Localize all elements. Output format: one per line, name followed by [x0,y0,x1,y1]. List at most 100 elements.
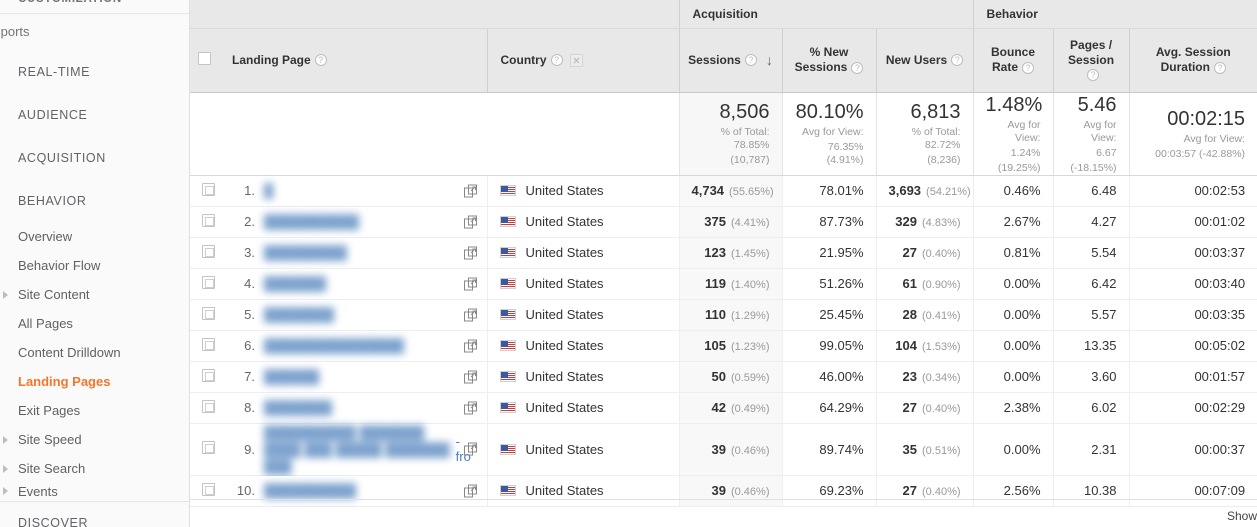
column-header-pages-session[interactable]: Pages / Session? [1053,28,1129,92]
sidebar-item-site-content[interactable]: Site Content [0,280,189,309]
row-checkbox[interactable] [202,400,215,413]
cell-country[interactable]: United States [487,206,679,237]
row-checkbox[interactable] [202,245,215,258]
table-row[interactable]: 6.████████████████United States105(1.23%… [190,330,1257,361]
table-row[interactable]: 3.█████████United States123(1.45%)21.95%… [190,237,1257,268]
help-icon[interactable]: ? [551,54,563,66]
open-in-new-window-icon[interactable] [464,184,477,197]
table-row[interactable]: 1.█United States4,734(55.65%)78.01%3,693… [190,175,1257,206]
new-users-value: 35 [903,442,917,457]
landing-page-link-redacted[interactable]: ████████ [264,306,334,323]
cell-landing-page[interactable]: 4.███████ [219,268,487,299]
cell-landing-page[interactable]: 5.████████ [219,299,487,330]
help-icon[interactable]: ? [951,54,963,66]
column-header-new-sessions-pct[interactable]: % New Sessions? [782,28,876,92]
cell-landing-page[interactable]: 9.██████████ ███████ ████ ███ █████ ████… [219,423,487,475]
table-row[interactable]: 10.██████████United States39(0.46%)69.23… [190,475,1257,506]
cell-avg-session-duration: 00:03:35 [1129,299,1257,330]
sort-descending-icon[interactable]: ↓ [766,53,773,67]
landing-page-link-redacted[interactable]: ██████ [264,368,321,385]
sidebar-item-behavior-flow[interactable]: Behavior Flow [0,251,189,280]
table-row[interactable]: 7.██████United States50(0.59%)46.00%23(0… [190,361,1257,392]
row-checkbox[interactable] [202,307,215,320]
help-icon[interactable]: ? [745,54,757,66]
cell-country[interactable]: United States [487,237,679,268]
help-icon[interactable]: ? [315,54,327,66]
select-all-checkbox[interactable] [198,52,211,65]
open-in-new-window-icon[interactable] [464,370,477,383]
cell-landing-page[interactable]: 3.█████████ [219,237,487,268]
cell-landing-page[interactable]: 2.███████████ [219,206,487,237]
cell-landing-page[interactable]: 8.████████ [219,392,487,423]
landing-page-link-redacted[interactable]: ██████████ [264,482,356,499]
sidebar-item-content-drilldown[interactable]: Content Drilldown [0,338,189,367]
open-in-new-window-icon[interactable] [464,277,477,290]
group-header-acquisition: Acquisition [679,0,973,28]
cell-landing-page[interactable]: 7.██████ [219,361,487,392]
table-row[interactable]: 8.████████United States42(0.49%)64.29%27… [190,392,1257,423]
column-header-country[interactable]: Country? [487,28,679,92]
landing-page-link-redacted[interactable]: ████████████████ [264,337,404,354]
sidebar-item-behavior[interactable]: BEHAVIOR [0,179,189,222]
landing-page-link-redacted[interactable]: █████████ [264,244,347,261]
column-header-bounce-rate[interactable]: Bounce Rate? [973,28,1053,92]
cell-country[interactable]: United States [487,268,679,299]
open-in-new-window-icon[interactable] [464,484,477,497]
sidebar-item-customization[interactable]: CUSTOMIZATION [0,0,189,14]
cell-country[interactable]: United States [487,423,679,475]
row-checkbox[interactable] [202,183,215,196]
landing-page-link-redacted[interactable]: █ [264,182,274,199]
cell-country[interactable]: United States [487,361,679,392]
landing-page-link-redacted[interactable]: ███████ [264,275,326,292]
remove-secondary-dimension-icon[interactable] [570,54,583,67]
help-icon[interactable]: ? [1214,62,1226,74]
sidebar-item-discover[interactable]: DISCOVER [0,502,189,527]
open-in-new-window-icon[interactable] [464,215,477,228]
open-in-new-window-icon[interactable] [464,443,477,456]
table-row[interactable]: 2.███████████United States375(4.41%)87.7… [190,206,1257,237]
landing-page-link-redacted[interactable]: ███████████ [264,213,359,230]
column-header-avg-session-duration[interactable]: Avg. Session Duration? [1129,28,1257,92]
bounce-rate-value: 0.00% [1004,276,1041,291]
sidebar-item-real-time[interactable]: REAL-TIME [0,50,189,93]
row-checkbox[interactable] [202,483,215,496]
sidebar-item-audience[interactable]: AUDIENCE [0,93,189,136]
open-in-new-window-icon[interactable] [464,339,477,352]
row-checkbox[interactable] [202,369,215,382]
open-in-new-window-icon[interactable] [464,401,477,414]
column-header-new-users[interactable]: New Users? [876,28,973,92]
sidebar-item-site-search[interactable]: Site Search [0,454,189,483]
cell-landing-page[interactable]: 1.█ [219,175,487,206]
help-icon[interactable]: ? [1087,69,1099,81]
cell-country[interactable]: United States [487,175,679,206]
row-checkbox[interactable] [202,276,215,289]
open-in-new-window-icon[interactable] [464,246,477,259]
sidebar-item-overview[interactable]: Overview [0,222,189,251]
sidebar-item-events[interactable]: Events [0,483,189,499]
landing-page-link-redacted[interactable]: ████████ [264,399,332,416]
sidebar-item-site-speed[interactable]: Site Speed [0,425,189,454]
cell-country[interactable]: United States [487,299,679,330]
cell-country[interactable]: United States [487,330,679,361]
row-checkbox[interactable] [202,441,215,454]
cell-landing-page[interactable]: 10.██████████ [219,475,487,506]
column-header-sessions[interactable]: Sessions?↓ [679,28,782,92]
cell-country[interactable]: United States [487,392,679,423]
row-checkbox[interactable] [202,338,215,351]
help-icon[interactable]: ? [851,62,863,74]
table-row[interactable]: 5.████████United States110(1.29%)25.45%2… [190,299,1257,330]
cell-landing-page[interactable]: 6.████████████████ [219,330,487,361]
open-in-new-window-icon[interactable] [464,308,477,321]
landing-page-link-redacted[interactable]: ██████████ ███████ ████ ███ █████ ██████… [264,424,458,475]
sidebar-item-acquisition[interactable]: ACQUISITION [0,136,189,179]
column-header-landing-page[interactable]: Landing Page? [219,28,487,92]
sidebar-item-landing-pages[interactable]: Landing Pages [0,367,189,396]
row-checkbox[interactable] [202,214,215,227]
cell-country[interactable]: United States [487,475,679,506]
help-icon[interactable]: ? [1022,62,1034,74]
table-row[interactable]: 4.███████United States119(1.40%)51.26%61… [190,268,1257,299]
sidebar-item-all-pages[interactable]: All Pages [0,309,189,338]
show-rows-label[interactable]: Show [1227,509,1257,523]
sidebar-item-exit-pages[interactable]: Exit Pages [0,396,189,425]
table-row[interactable]: 9.██████████ ███████ ████ ███ █████ ████… [190,423,1257,475]
